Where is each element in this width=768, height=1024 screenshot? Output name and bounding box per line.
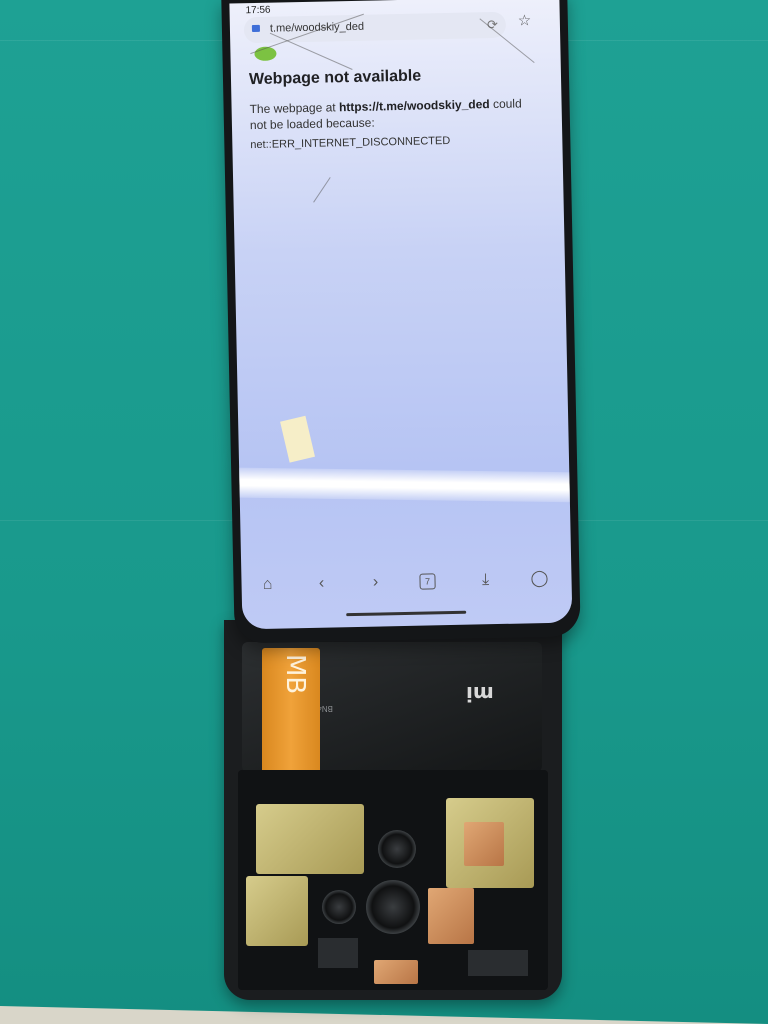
motherboard (238, 770, 548, 990)
star-icon[interactable]: ☆ (518, 11, 532, 29)
profile-icon[interactable]: ◯ (529, 569, 549, 589)
browser-bottom-toolbar: ⌂ ‹ › 7 ⤓ ◯ (241, 564, 572, 603)
rf-shield (246, 876, 308, 946)
light-glare (235, 467, 573, 503)
downloads-icon[interactable]: ⤓ (475, 570, 495, 590)
home-icon[interactable]: ⌂ (257, 575, 277, 595)
copper-foil (428, 888, 474, 944)
error-message: The webpage at https://t.me/woodskiy_ded… (249, 95, 540, 133)
back-icon[interactable]: ‹ (311, 574, 331, 594)
gesture-home-indicator[interactable] (346, 610, 467, 617)
forward-icon[interactable]: › (365, 572, 385, 592)
lock-icon (251, 24, 260, 33)
flex-cable-label: MB (280, 654, 310, 695)
tabs-icon[interactable]: 7 (419, 573, 436, 590)
error-title: Webpage not available (248, 67, 422, 89)
address-bar-url[interactable]: t.me/woodskiy_ded (270, 21, 364, 35)
warranty-sticker (280, 415, 315, 463)
copper-foil (464, 822, 504, 866)
chip (468, 950, 528, 976)
error-prefix: The webpage at (249, 100, 336, 117)
error-url: https://t.me/woodskiy_ded (338, 97, 490, 115)
camera-module (322, 890, 356, 924)
screen-crack (313, 177, 331, 203)
phone-display-assembly: 17:56 t.me/woodskiy_ded ⟳ ☆ Webpage not … (221, 0, 581, 644)
rf-shield (256, 804, 364, 874)
camera-module (378, 830, 416, 868)
copper-foil (374, 960, 418, 984)
status-time: 17:56 (245, 4, 271, 17)
browser-screen: 17:56 t.me/woodskiy_ded ⟳ ☆ Webpage not … (229, 0, 573, 630)
camera-module (366, 880, 420, 934)
error-code: net::ERR_INTERNET_DISCONNECTED (250, 134, 451, 152)
battery-brand-logo: mi (466, 682, 494, 706)
phone-rear-housing: mi BN4A MB (224, 620, 562, 1000)
chip (318, 938, 358, 968)
flex-cable: MB (262, 648, 320, 788)
